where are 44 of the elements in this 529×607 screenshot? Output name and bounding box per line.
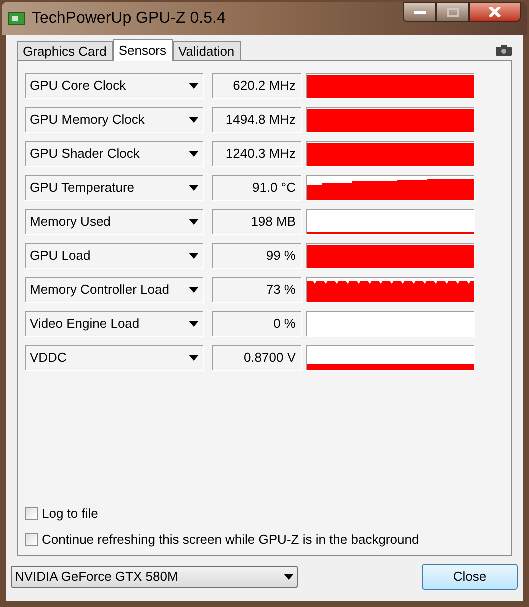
dropdown-caret-icon xyxy=(189,151,199,157)
dropdown-caret-icon xyxy=(189,219,199,225)
dropdown-caret-icon xyxy=(189,321,199,327)
checkbox[interactable] xyxy=(25,532,38,546)
sensor-reading: 0.8700 V xyxy=(212,345,302,371)
dropdown-caret-icon xyxy=(189,253,199,259)
dropdown-caret-icon xyxy=(189,287,199,293)
checkbox-label: Log to file xyxy=(42,505,98,523)
minimize-button[interactable] xyxy=(403,2,436,22)
close-window-button[interactable] xyxy=(469,2,521,22)
window-title: TechPowerUp GPU-Z 0.5.4 xyxy=(32,8,226,28)
dropdown-caret-icon xyxy=(284,574,294,580)
sensor-reading: 1494.8 MHz xyxy=(212,107,302,133)
graphics-card-icon xyxy=(8,10,26,26)
checkbox[interactable] xyxy=(25,507,38,520)
sensor-dropdown[interactable]: Memory Used xyxy=(25,209,204,235)
sensor-dropdown[interactable]: GPU Temperature xyxy=(25,175,204,201)
sensor-dropdown[interactable]: GPU Shader Clock xyxy=(25,141,204,167)
close-icon xyxy=(489,7,501,17)
checkbox-label: Continue refreshing this screen while GPU-Z is in the background xyxy=(42,530,420,549)
dropdown-caret-icon xyxy=(189,83,199,89)
tab[interactable]: Validation xyxy=(172,41,241,60)
device-dropdown[interactable]: NVIDIA GeForce GTX 580M xyxy=(11,566,298,588)
close-button[interactable]: Close xyxy=(422,564,518,590)
sensor-dropdown[interactable]: Memory Controller Load xyxy=(25,277,204,303)
sensor-dropdown[interactable]: GPU Load xyxy=(25,243,204,269)
sensor-dropdown[interactable]: Video Engine Load xyxy=(25,311,204,337)
dropdown-caret-icon xyxy=(189,117,199,123)
sensor-reading: 620.2 MHz xyxy=(212,73,302,99)
tab[interactable]: Sensors xyxy=(112,39,173,61)
camera-icon[interactable] xyxy=(496,45,512,56)
sensor-dropdown[interactable]: VDDC xyxy=(25,345,204,371)
sensor-dropdown[interactable]: GPU Memory Clock xyxy=(25,107,204,133)
sensor-reading: 73 % xyxy=(212,277,302,303)
maximize-button[interactable] xyxy=(436,2,469,22)
sensor-reading: 0 % xyxy=(212,311,302,337)
sensor-reading: 1240.3 MHz xyxy=(212,141,302,167)
sensor-reading: 99 % xyxy=(212,243,302,269)
dropdown-caret-icon xyxy=(189,185,199,191)
dropdown-caret-icon xyxy=(189,355,199,361)
sensor-reading: 198 MB xyxy=(212,209,302,235)
sensor-dropdown[interactable]: GPU Core Clock xyxy=(25,73,204,99)
sensor-reading: 91.0 °C xyxy=(212,175,302,201)
tab[interactable]: Graphics Card xyxy=(17,41,113,60)
